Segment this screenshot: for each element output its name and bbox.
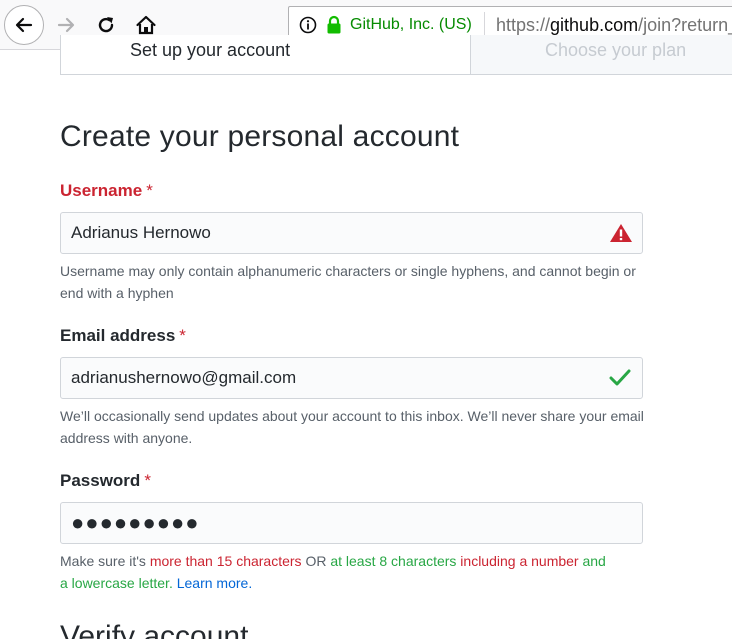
password-note-or: OR [301,553,331,569]
username-label-text: Username [60,181,143,200]
password-label: Password * [60,471,151,491]
back-arrow-icon [15,17,33,33]
required-marker: * [146,181,153,200]
step-choose-plan: Choose your plan [470,35,732,74]
lowercase-requirement: a lowercase letter [60,575,169,591]
required-marker: * [179,326,186,345]
password-requirements: Make sure it's more than 15 characters O… [60,550,650,594]
password-note-and: and [578,553,606,569]
email-label-text: Email address [60,326,176,345]
password-input[interactable] [60,502,643,544]
url-prefix: https:// [496,15,551,35]
length-requirement: more than 15 characters [149,553,302,569]
back-button[interactable] [4,5,44,45]
learn-more-link[interactable]: Learn more [177,575,249,591]
number-requirement: including a number [460,553,579,569]
required-marker: * [144,471,151,490]
learn-more-period: . [248,575,253,591]
password-note-period: . [168,575,177,591]
reload-icon [98,17,114,33]
signup-steps: Set up your account Choose your plan [60,35,732,75]
verify-account-heading: Verify account [60,620,249,639]
password-label-text: Password [60,471,141,490]
username-label: Username * [60,181,153,201]
password-note-text: Make sure it's [60,553,150,569]
page-title: Create your personal account [60,120,460,153]
email-input[interactable] [60,357,643,399]
email-label: Email address * [60,326,186,346]
url-domain: github.com [550,15,639,35]
forward-arrow-icon [57,17,75,33]
username-note: Username may only contain alphanumeric c… [60,263,636,301]
url-path: /join?return_ [638,15,732,35]
lock-icon [327,15,341,34]
min-length-requirement: at least 8 characters [330,553,457,569]
check-icon [609,369,631,386]
info-icon[interactable] [299,16,317,34]
username-input[interactable] [60,212,643,254]
step-setup-account: Set up your account [130,40,291,60]
warning-icon [610,224,632,242]
url-text[interactable]: https://github.com/join?return_ [496,15,732,36]
site-identity[interactable]: GitHub, Inc. (US) [350,16,472,34]
email-note: We’ll occasionally send updates about yo… [60,408,644,446]
home-icon [136,15,156,35]
